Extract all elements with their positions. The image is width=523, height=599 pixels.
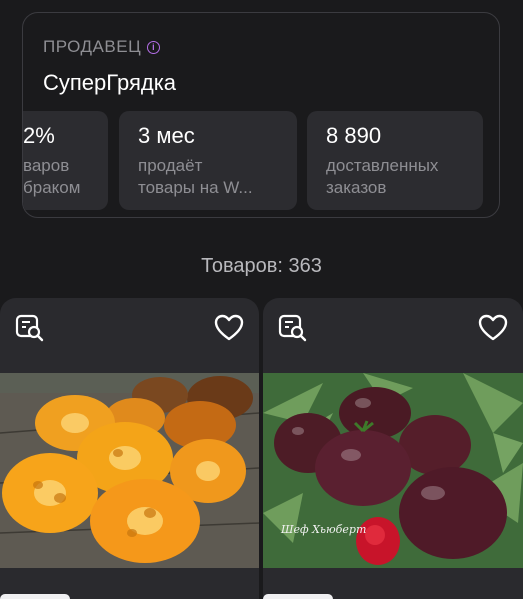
- stat-selling-duration: 3 мес продаёт товары на W...: [119, 111, 297, 210]
- stat-desc-line: варов: [23, 156, 70, 175]
- seller-card[interactable]: ПРОДАВЕЦ i СуперГрядка 2% варов браком 3…: [22, 12, 500, 218]
- image-watermark: Шеф Хьюберт: [281, 523, 367, 536]
- badge: [263, 594, 333, 599]
- seller-section-label: ПРОДАВЕЦ i: [43, 37, 161, 57]
- stat-desc-line: доставленных: [326, 156, 439, 175]
- heart-icon[interactable]: [213, 312, 245, 344]
- stat-description: продаёт товары на W...: [138, 155, 297, 199]
- stat-description: доставленных заказов: [326, 155, 483, 199]
- product-image[interactable]: [263, 373, 523, 568]
- stat-description: варов браком: [23, 155, 108, 199]
- stat-value: 8 890: [326, 123, 382, 148]
- info-icon[interactable]: i: [147, 40, 161, 54]
- stat-desc-line: товары на W...: [138, 178, 253, 197]
- seller-label-text: ПРОДАВЕЦ: [43, 37, 142, 56]
- product-card[interactable]: [0, 298, 259, 599]
- stat-desc-line: браком: [23, 178, 81, 197]
- stat-defect-rate: 2% варов браком: [23, 111, 108, 210]
- stat-value: 3 мес: [138, 123, 195, 148]
- product-card[interactable]: Шеф Хьюберт: [263, 298, 523, 599]
- similar-search-icon[interactable]: [277, 312, 309, 344]
- products-count: Товаров: 363: [201, 255, 322, 277]
- badge: [0, 594, 70, 599]
- seller-stats: 2% варов браком 3 мес продаёт товары на …: [23, 111, 499, 211]
- product-image[interactable]: [0, 373, 259, 568]
- seller-name[interactable]: СуперГрядка: [43, 70, 176, 96]
- heart-icon[interactable]: [477, 312, 509, 344]
- stat-delivered-orders: 8 890 доставленных заказов: [307, 111, 483, 210]
- stat-desc-line: заказов: [326, 178, 387, 197]
- stat-value: 2%: [23, 123, 55, 148]
- stat-desc-line: продаёт: [138, 156, 203, 175]
- similar-search-icon[interactable]: [14, 312, 46, 344]
